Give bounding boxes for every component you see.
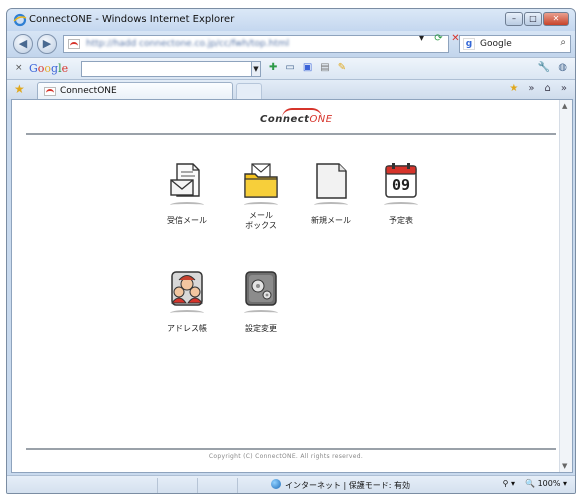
icon-shadow — [170, 310, 204, 316]
address-bar[interactable]: http://hadd connectone.co.jp/cc/fwh/top.… — [63, 35, 449, 53]
status-divider — [197, 478, 198, 493]
status-divider — [237, 478, 238, 493]
calendar-icon: 09 — [383, 162, 419, 200]
google-logo: Google — [29, 62, 68, 75]
google-toolbar-dropdown[interactable]: ▼ — [251, 61, 261, 77]
search-input[interactable]: Google — [480, 39, 512, 49]
zoom-level: 100% — [537, 479, 561, 488]
address-book-icon — [169, 270, 205, 308]
ie-logo-icon — [13, 13, 27, 27]
google-toolbar: × Google ▼ ✚ ▭ ▣ ▤ ✎ 🔧 ◍ — [7, 57, 575, 79]
vertical-scrollbar[interactable]: ▲ ▼ — [559, 100, 572, 472]
icon-shadow — [244, 310, 278, 316]
window-title: ConnectONE - Windows Internet Explorer — [29, 14, 235, 25]
google-logo-letter: G — [29, 62, 38, 75]
google-search-icon: g — [463, 38, 475, 50]
brand-logo: ConnectONE — [260, 114, 333, 125]
bookmark-slot-icon[interactable]: ▭ — [285, 62, 294, 73]
new-mail-icon — [313, 162, 349, 200]
close-button[interactable]: ✕ — [543, 12, 569, 26]
address-dropdown-icon[interactable]: ▾ — [415, 33, 428, 44]
icon-shadow — [384, 202, 418, 208]
google-logo-letter: e — [61, 62, 69, 75]
new-tab-button[interactable] — [236, 83, 262, 99]
footer-divider — [26, 448, 556, 450]
address-controls: ▾ ⟳ ✕ — [415, 33, 462, 44]
mailbox-folder-icon — [243, 162, 279, 200]
status-divider — [157, 478, 158, 493]
add-favorites-icon[interactable]: ★ — [509, 83, 518, 94]
app-inbox[interactable]: 受信メール — [152, 162, 222, 226]
window-controls: – □ ✕ — [505, 12, 569, 26]
site-favicon-icon — [68, 39, 80, 49]
scroll-down-icon[interactable]: ▼ — [562, 462, 567, 470]
app-new-mail[interactable]: 新規メール — [296, 162, 366, 226]
brand-accent-text: ONE — [309, 114, 333, 125]
security-zone[interactable]: インターネット | 保護モード: 有効 — [271, 479, 410, 491]
url-text: http://hadd connectone.co.jp/cc/fwh/top.… — [86, 39, 290, 49]
page-tools-icon[interactable]: ▤ — [320, 62, 329, 73]
search-button[interactable]: ⌕ — [560, 37, 566, 48]
page-content: ConnectONE 受信メール メール ボックス 新規メール 09 予定表 ア… — [11, 99, 573, 473]
app-label[interactable]: 設定変更 — [226, 324, 296, 334]
icon-shadow — [314, 202, 348, 208]
app-label[interactable]: メール ボックス — [226, 211, 296, 231]
tab-connectone[interactable]: ConnectONE — [37, 82, 233, 100]
calendar-day: 09 — [391, 176, 411, 194]
zone-text: インターネット | 保護モード: 有効 — [285, 481, 411, 490]
feeds-icon[interactable]: » — [528, 83, 534, 94]
highlight-icon[interactable]: ✎ — [338, 62, 346, 73]
protected-mode-icon[interactable]: ⚲ ▾ — [503, 479, 515, 488]
brand-text: Connect — [260, 114, 310, 125]
sign-in-icon[interactable]: ◍ — [558, 62, 567, 73]
refresh-icon[interactable]: ⟳ — [432, 33, 445, 44]
google-apps-icon[interactable]: ✚ — [269, 62, 277, 73]
command-bar: ★ » ⌂ » — [509, 83, 567, 94]
header-divider — [26, 133, 556, 135]
forward-button[interactable]: ▶ — [37, 34, 57, 54]
translate-icon[interactable]: ▣ — [303, 62, 312, 73]
app-address-book[interactable]: アドレス帳 — [152, 270, 222, 334]
home-icon[interactable]: ⌂ — [545, 83, 551, 94]
app-label[interactable]: 予定表 — [366, 216, 436, 226]
maximize-button[interactable]: □ — [524, 12, 542, 26]
toolbar-close-icon[interactable]: × — [15, 63, 23, 73]
google-toolbar-input[interactable] — [81, 61, 259, 77]
zoom-control[interactable]: 🔍 100% ▾ — [525, 479, 567, 488]
zoom-icon: 🔍 — [525, 479, 536, 488]
wrench-icon[interactable]: 🔧 — [538, 62, 550, 73]
app-schedule[interactable]: 09 予定表 — [366, 162, 436, 226]
scroll-up-icon[interactable]: ▲ — [562, 102, 567, 110]
tab-row: ★ ConnectONE ★ » ⌂ » — [7, 79, 575, 100]
inbox-mail-icon — [169, 162, 205, 200]
title-bar: ConnectONE - Windows Internet Explorer –… — [7, 9, 575, 31]
back-button[interactable]: ◀ — [13, 34, 33, 54]
search-box[interactable]: g Google ⌕ — [459, 35, 571, 53]
settings-gear-icon — [243, 270, 279, 308]
app-label[interactable]: 新規メール — [296, 216, 366, 226]
app-settings[interactable]: 設定変更 — [226, 270, 296, 334]
browser-window: ConnectONE - Windows Internet Explorer –… — [6, 8, 576, 494]
google-toolbar-tools: ✚ ▭ ▣ ▤ ✎ — [269, 62, 346, 73]
app-label[interactable]: アドレス帳 — [152, 324, 222, 334]
app-mailbox[interactable]: メール ボックス — [226, 162, 296, 231]
status-bar: インターネット | 保護モード: 有効 ⚲ ▾ 🔍 100% ▾ — [7, 475, 575, 493]
icon-shadow — [244, 202, 278, 208]
app-label[interactable]: 受信メール — [152, 216, 222, 226]
favorites-star-icon[interactable]: ★ — [14, 82, 25, 96]
more-icon[interactable]: » — [561, 83, 567, 94]
tab-favicon-icon — [44, 87, 56, 96]
minimize-button[interactable]: – — [505, 12, 523, 26]
status-right: ⚲ ▾ 🔍 100% ▾ — [503, 479, 567, 488]
copyright-text: Copyright (C) ConnectONE. All rights res… — [208, 453, 364, 460]
icon-shadow — [170, 202, 204, 208]
tab-label: ConnectONE — [60, 86, 117, 96]
globe-icon — [271, 479, 281, 489]
address-row: ◀ ▶ http://hadd connectone.co.jp/cc/fwh/… — [7, 31, 575, 57]
google-toolbar-right: 🔧 ◍ — [538, 62, 567, 73]
